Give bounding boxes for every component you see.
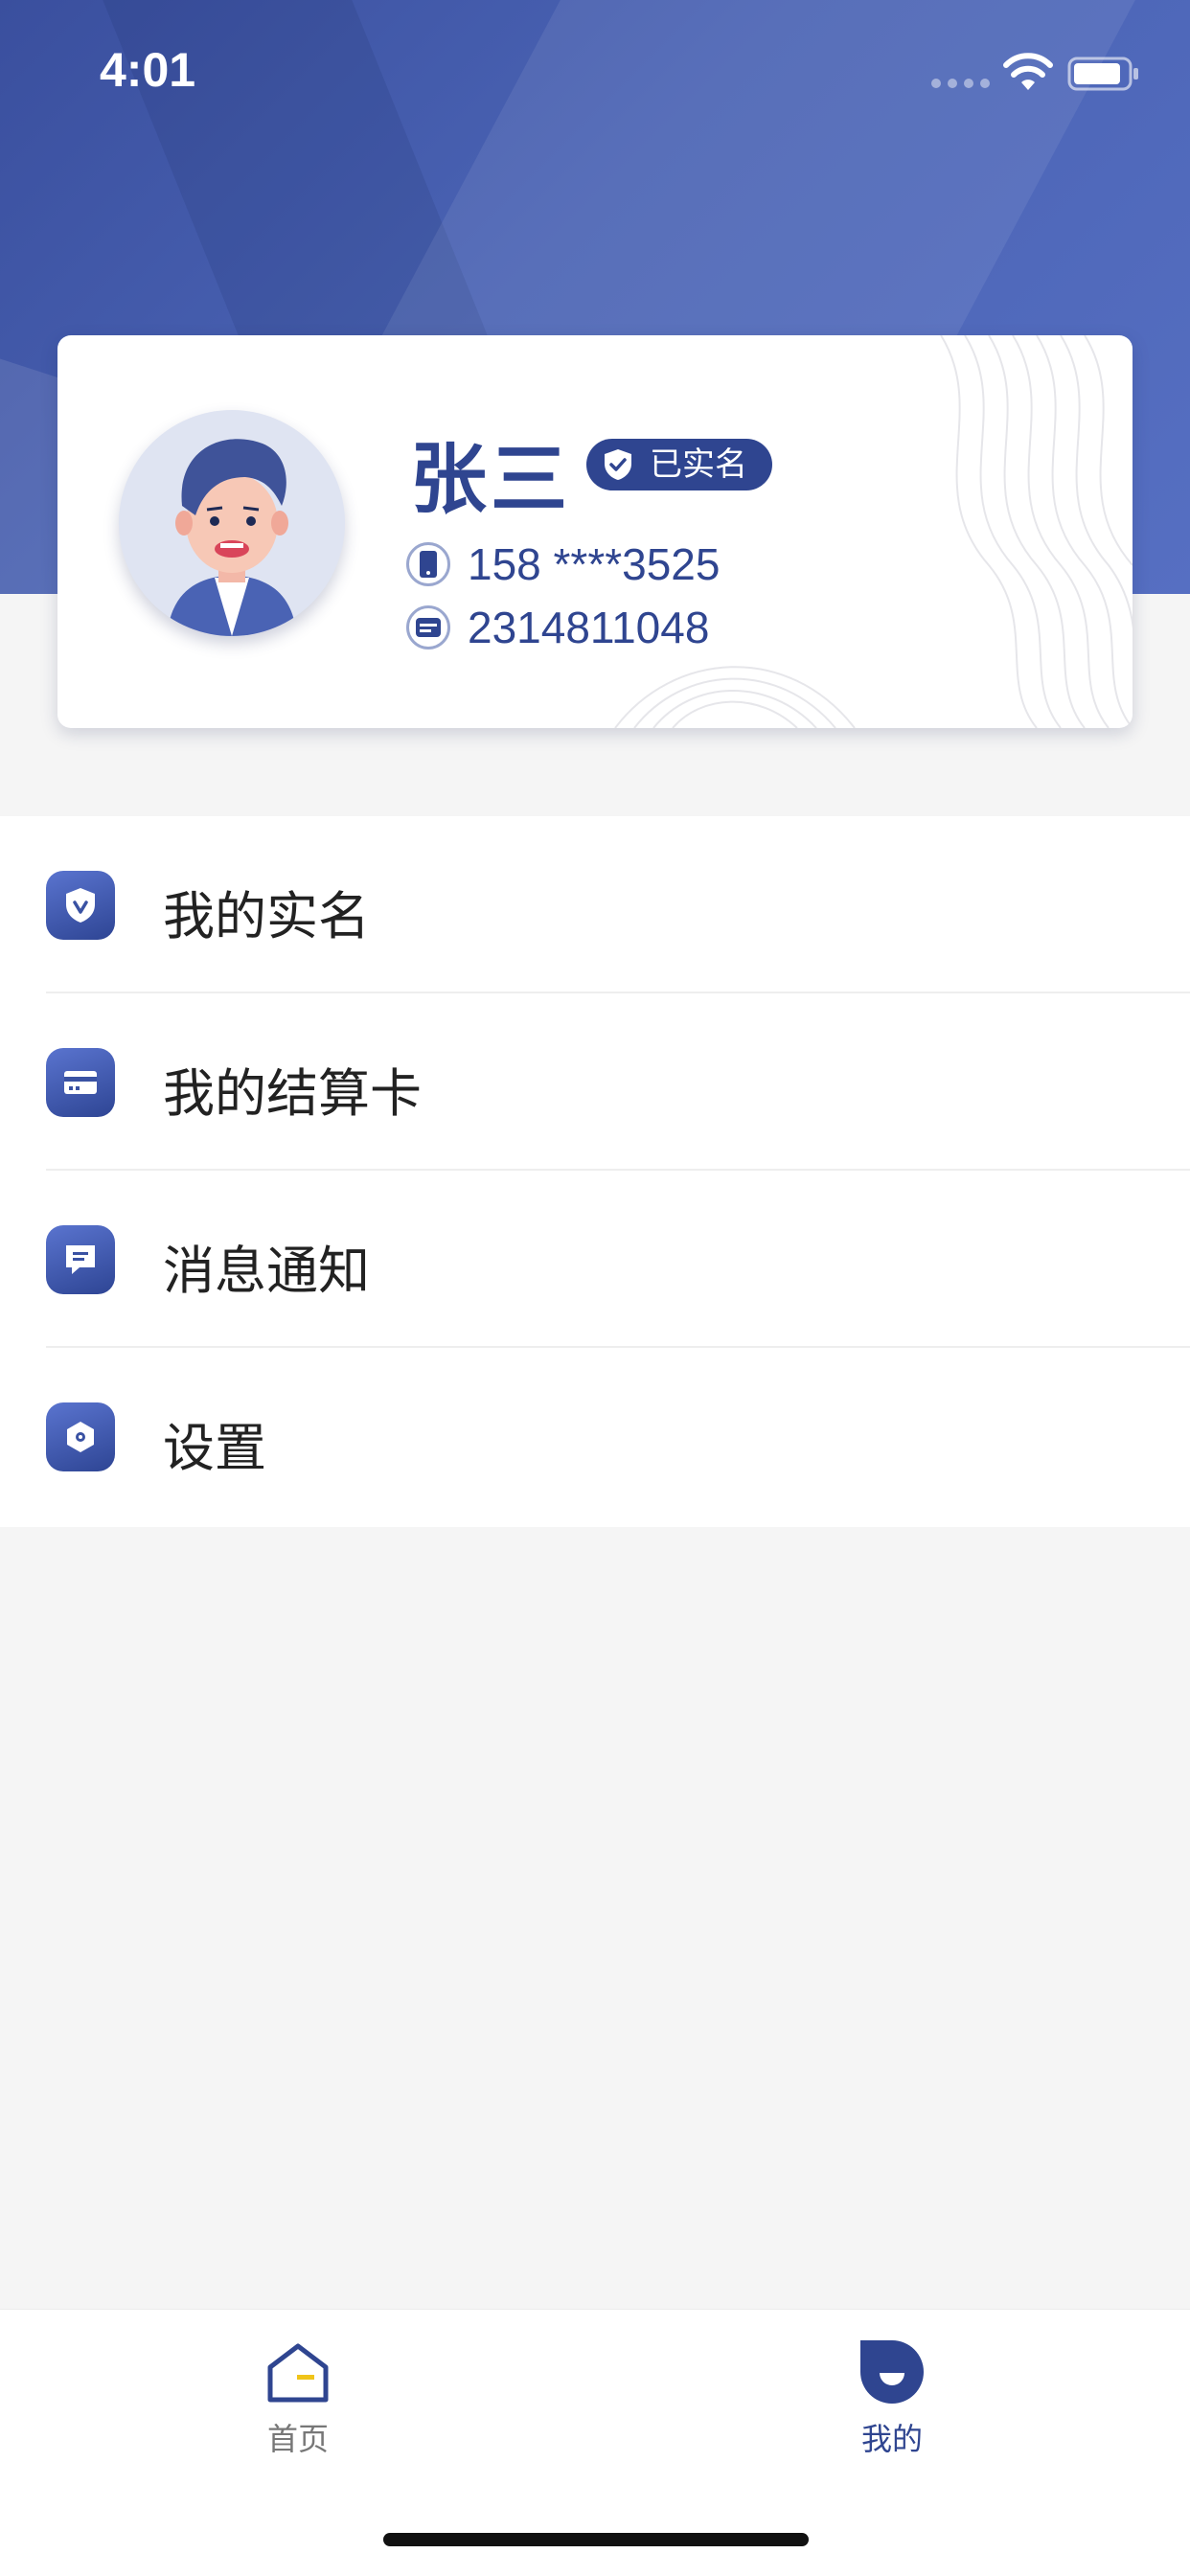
tab-profile[interactable]: 我的 bbox=[825, 2338, 959, 2459]
verified-label: 已实名 bbox=[650, 445, 747, 484]
shield-check-icon bbox=[605, 449, 631, 480]
avatar[interactable] bbox=[119, 410, 345, 636]
tab-label: 首页 bbox=[266, 2421, 329, 2457]
card-wave-pattern bbox=[614, 335, 1133, 728]
menu-item-settings[interactable]: 设置 bbox=[0, 1348, 1190, 1525]
tab-home[interactable]: 首页 bbox=[231, 2338, 365, 2459]
battery-icon bbox=[1067, 57, 1138, 91]
profile-card: 张三 已实名 158 ****3525 2314811048 bbox=[57, 335, 1133, 728]
user-name: 张三 bbox=[410, 435, 571, 524]
tab-label: 我的 bbox=[860, 2421, 923, 2457]
menu-label: 设置 bbox=[163, 1418, 266, 1478]
menu-list: 我的实名 我的结算卡 消息通知 设置 bbox=[0, 816, 1190, 1527]
card-icon bbox=[46, 1048, 115, 1117]
status-bar: 4:01 bbox=[0, 0, 1190, 144]
menu-item-real-name[interactable]: 我的实名 bbox=[0, 816, 1190, 993]
phone-icon bbox=[406, 542, 450, 586]
profile-icon bbox=[860, 2340, 924, 2404]
menu-label: 我的实名 bbox=[163, 886, 370, 946]
menu-label: 我的结算卡 bbox=[163, 1063, 422, 1124]
wifi-icon bbox=[1003, 53, 1053, 90]
shield-check-icon bbox=[46, 871, 115, 940]
menu-label: 消息通知 bbox=[163, 1241, 370, 1301]
id-card-icon bbox=[406, 605, 450, 650]
account-id: 2314811048 bbox=[468, 603, 710, 652]
verified-badge: 已实名 bbox=[586, 439, 772, 490]
phone-row: 158 ****3525 bbox=[406, 538, 720, 590]
menu-item-settlement-card[interactable]: 我的结算卡 bbox=[0, 993, 1190, 1171]
home-icon bbox=[267, 2343, 329, 2403]
menu-item-notifications[interactable]: 消息通知 bbox=[0, 1171, 1190, 1348]
cellular-signal-icon bbox=[931, 79, 990, 88]
account-row: 2314811048 bbox=[406, 602, 709, 653]
home-indicator bbox=[383, 2533, 809, 2546]
phone-number: 158 ****3525 bbox=[468, 539, 721, 589]
message-icon bbox=[46, 1225, 115, 1294]
status-time: 4:01 bbox=[100, 43, 196, 97]
gear-icon bbox=[46, 1402, 115, 1471]
